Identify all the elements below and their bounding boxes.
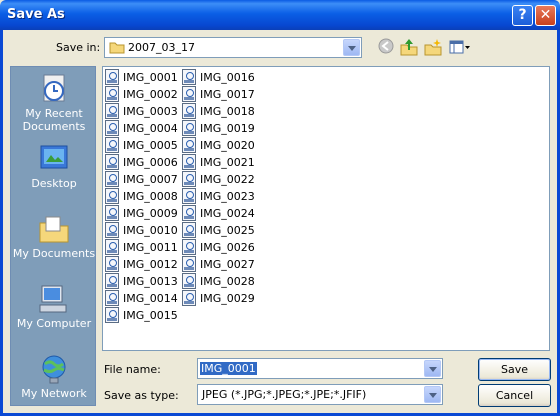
file-name-field[interactable]: IMG_0001	[197, 358, 443, 379]
save-as-type-value: JPEG (*.JPG;*.JPEG;*.JPE;*.JFIF)	[202, 388, 367, 401]
image-file-icon	[182, 222, 196, 238]
image-file-icon	[182, 290, 196, 306]
image-file-icon	[105, 103, 119, 119]
my-network-icon	[42, 355, 66, 384]
image-file-icon	[182, 171, 196, 187]
place-my-network[interactable]: My Network	[11, 353, 97, 400]
file-name-label: File name:	[104, 363, 161, 376]
chevron-down-icon[interactable]	[424, 360, 441, 377]
image-file-icon	[105, 188, 119, 204]
save-as-type-label: Save as type:	[104, 389, 179, 402]
save-in-value: 2007_03_17	[128, 41, 195, 54]
window-title: Save As	[7, 7, 65, 22]
chevron-down-icon[interactable]	[424, 386, 441, 403]
image-file-icon	[182, 154, 196, 170]
image-file-icon	[105, 171, 119, 187]
back-icon[interactable]	[376, 37, 396, 57]
image-file-icon	[105, 154, 119, 170]
image-file-icon	[105, 69, 119, 85]
save-in-dropdown[interactable]: 2007_03_17	[104, 37, 362, 58]
image-file-icon	[182, 120, 196, 136]
image-file-icon	[182, 239, 196, 255]
my-computer-icon	[39, 285, 67, 313]
new-folder-icon[interactable]	[423, 37, 443, 57]
cancel-button[interactable]: Cancel	[478, 384, 551, 407]
place-label: My Recent Documents	[22, 107, 86, 133]
image-file-icon	[182, 86, 196, 102]
image-file-icon	[182, 69, 196, 85]
recent-documents-icon	[43, 74, 65, 102]
image-file-icon	[105, 137, 119, 153]
title-bar: Save As ? ✕	[0, 0, 560, 30]
help-button[interactable]: ?	[512, 5, 533, 26]
image-file-icon	[105, 307, 119, 323]
image-file-icon	[105, 256, 119, 272]
place-my-recent-documents[interactable]: My Recent Documents	[11, 73, 97, 133]
save-in-label: Save in:	[56, 41, 101, 54]
up-folder-icon[interactable]	[399, 37, 419, 57]
image-file-icon	[182, 137, 196, 153]
image-file-icon	[105, 120, 119, 136]
image-file-icon	[105, 239, 119, 255]
image-file-icon	[182, 205, 196, 221]
places-bar: My Recent Documents Desktop My Documents…	[10, 66, 96, 406]
image-file-icon	[105, 86, 119, 102]
place-label: My Documents	[12, 247, 96, 260]
image-file-icon	[105, 205, 119, 221]
place-desktop[interactable]: Desktop	[11, 143, 97, 190]
place-label: Desktop	[31, 177, 77, 190]
window-frame-left	[0, 30, 3, 416]
desktop-icon	[40, 145, 68, 169]
image-file-icon	[182, 273, 196, 289]
folder-icon	[109, 42, 125, 54]
image-file-icon	[105, 222, 119, 238]
save-button[interactable]: Save	[478, 358, 551, 381]
image-file-icon	[182, 103, 196, 119]
place-my-computer[interactable]: My Computer	[11, 283, 97, 330]
place-my-documents[interactable]: My Documents	[11, 213, 97, 260]
image-file-icon	[105, 290, 119, 306]
place-label: My Computer	[16, 317, 92, 330]
chevron-down-icon[interactable]	[343, 39, 360, 56]
image-file-icon	[182, 188, 196, 204]
my-documents-icon	[39, 216, 69, 243]
image-file-icon	[182, 256, 196, 272]
place-label: My Network	[21, 387, 87, 400]
close-button[interactable]: ✕	[535, 5, 556, 26]
file-list[interactable]: IMG_0001 IMG_0002 IMG_0003 IMG_0004 IMG_…	[102, 66, 550, 351]
file-name-value: IMG_0001	[200, 362, 257, 375]
save-as-type-dropdown[interactable]: JPEG (*.JPG;*.JPEG;*.JPE;*.JFIF)	[197, 384, 443, 405]
image-file-icon	[105, 273, 119, 289]
view-menu-icon[interactable]	[448, 37, 472, 57]
